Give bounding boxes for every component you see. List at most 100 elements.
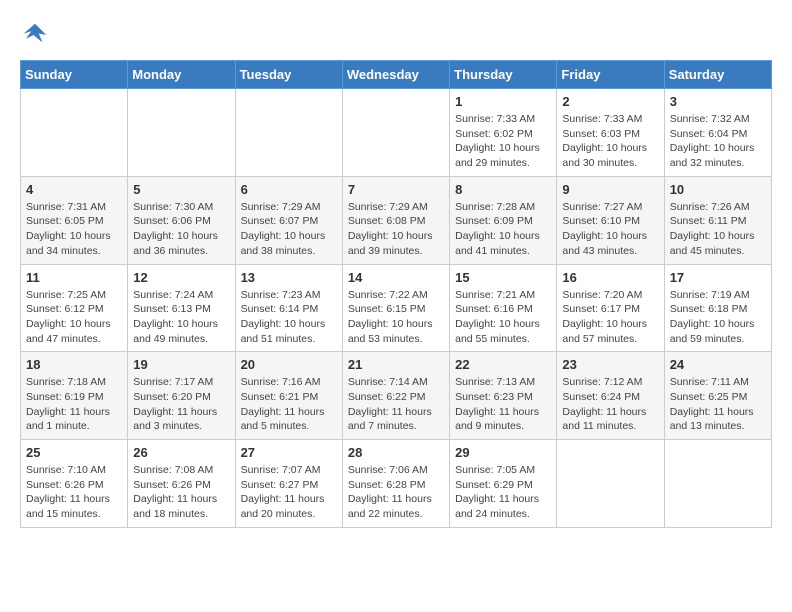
day-number: 16 <box>562 270 658 285</box>
calendar-cell: 29Sunrise: 7:05 AM Sunset: 6:29 PM Dayli… <box>450 440 557 528</box>
calendar-table: SundayMondayTuesdayWednesdayThursdayFrid… <box>20 60 772 528</box>
calendar-cell: 7 Sunrise: 7:29 AM Sunset: 6:08 PM Daylig… <box>342 176 449 264</box>
calendar-cell: 21 Sunrise: 7:14 AM Sunset: 6:22 PM Dayli… <box>342 352 449 440</box>
day-header-wednesday: Wednesday <box>342 61 449 89</box>
day-info: Sunrise: 7:33 AM Sunset: 6:02 PM Dayligh… <box>455 112 551 171</box>
day-info: Sunrise: 7:32 AM Sunset: 6:04 PM Dayligh… <box>670 112 766 171</box>
day-info: Sunrise: 7:25 AM Sunset: 6:12 PM Dayligh… <box>26 288 122 347</box>
calendar-cell: 3 Sunrise: 7:32 AM Sunset: 6:04 PM Daylig… <box>664 89 771 177</box>
calendar-cell: 22 Sunrise: 7:13 AM Sunset: 6:23 PM Dayli… <box>450 352 557 440</box>
day-number: 27 <box>241 445 337 460</box>
day-info: Sunrise: 7:33 AM Sunset: 6:03 PM Dayligh… <box>562 112 658 171</box>
day-info: Sunrise: 7:22 AM Sunset: 6:15 PM Dayligh… <box>348 288 444 347</box>
calendar-cell: 10 Sunrise: 7:26 AM Sunset: 6:11 PM Dayli… <box>664 176 771 264</box>
calendar-cell: 27 Sunrise: 7:07 AM Sunset: 6:27 PM Dayli… <box>235 440 342 528</box>
calendar-cell: 12 Sunrise: 7:24 AM Sunset: 6:13 PM Dayli… <box>128 264 235 352</box>
calendar-cell: 1 Sunrise: 7:33 AM Sunset: 6:02 PM Daylig… <box>450 89 557 177</box>
day-info: Sunrise: 7:29 AM Sunset: 6:07 PM Dayligh… <box>241 200 337 259</box>
calendar-week-2: 4 Sunrise: 7:31 AM Sunset: 6:05 PM Daylig… <box>21 176 772 264</box>
day-number: 7 <box>348 182 444 197</box>
day-number: 5 <box>133 182 229 197</box>
day-info: Sunrise: 7:10 AM Sunset: 6:26 PM Dayligh… <box>26 463 122 522</box>
calendar-cell <box>664 440 771 528</box>
calendar-cell: 5 Sunrise: 7:30 AM Sunset: 6:06 PM Daylig… <box>128 176 235 264</box>
day-header-sunday: Sunday <box>21 61 128 89</box>
day-number: 17 <box>670 270 766 285</box>
calendar-cell: 17Sunrise: 7:19 AM Sunset: 6:18 PM Dayli… <box>664 264 771 352</box>
day-number: 23 <box>562 357 658 372</box>
day-info: Sunrise: 7:23 AM Sunset: 6:14 PM Dayligh… <box>241 288 337 347</box>
day-number: 9 <box>562 182 658 197</box>
day-info: Sunrise: 7:07 AM Sunset: 6:27 PM Dayligh… <box>241 463 337 522</box>
day-number: 14 <box>348 270 444 285</box>
day-number: 19 <box>133 357 229 372</box>
day-number: 26 <box>133 445 229 460</box>
day-number: 8 <box>455 182 551 197</box>
calendar-cell <box>128 89 235 177</box>
calendar-cell: 23 Sunrise: 7:12 AM Sunset: 6:24 PM Dayli… <box>557 352 664 440</box>
day-number: 22 <box>455 357 551 372</box>
day-info: Sunrise: 7:06 AM Sunset: 6:28 PM Dayligh… <box>348 463 444 522</box>
calendar-cell: 28Sunrise: 7:06 AM Sunset: 6:28 PM Dayli… <box>342 440 449 528</box>
calendar-cell: 8 Sunrise: 7:28 AM Sunset: 6:09 PM Daylig… <box>450 176 557 264</box>
day-info: Sunrise: 7:24 AM Sunset: 6:13 PM Dayligh… <box>133 288 229 347</box>
calendar-body: 1 Sunrise: 7:33 AM Sunset: 6:02 PM Daylig… <box>21 89 772 528</box>
day-info: Sunrise: 7:11 AM Sunset: 6:25 PM Dayligh… <box>670 375 766 434</box>
day-number: 12 <box>133 270 229 285</box>
day-info: Sunrise: 7:29 AM Sunset: 6:08 PM Dayligh… <box>348 200 444 259</box>
day-number: 2 <box>562 94 658 109</box>
day-info: Sunrise: 7:05 AM Sunset: 6:29 PM Dayligh… <box>455 463 551 522</box>
day-number: 13 <box>241 270 337 285</box>
day-number: 10 <box>670 182 766 197</box>
day-number: 15 <box>455 270 551 285</box>
calendar-cell: 13 Sunrise: 7:23 AM Sunset: 6:14 PM Dayli… <box>235 264 342 352</box>
day-info: Sunrise: 7:12 AM Sunset: 6:24 PM Dayligh… <box>562 375 658 434</box>
day-number: 25 <box>26 445 122 460</box>
day-info: Sunrise: 7:30 AM Sunset: 6:06 PM Dayligh… <box>133 200 229 259</box>
day-header-monday: Monday <box>128 61 235 89</box>
day-header-tuesday: Tuesday <box>235 61 342 89</box>
calendar-cell: 20 Sunrise: 7:16 AM Sunset: 6:21 PM Dayli… <box>235 352 342 440</box>
day-number: 21 <box>348 357 444 372</box>
day-info: Sunrise: 7:17 AM Sunset: 6:20 PM Dayligh… <box>133 375 229 434</box>
calendar-cell: 25 Sunrise: 7:10 AM Sunset: 6:26 PM Dayli… <box>21 440 128 528</box>
calendar-cell <box>235 89 342 177</box>
day-info: Sunrise: 7:08 AM Sunset: 6:26 PM Dayligh… <box>133 463 229 522</box>
calendar-cell <box>21 89 128 177</box>
calendar-cell: 24 Sunrise: 7:11 AM Sunset: 6:25 PM Dayli… <box>664 352 771 440</box>
calendar-cell: 6 Sunrise: 7:29 AM Sunset: 6:07 PM Daylig… <box>235 176 342 264</box>
day-number: 1 <box>455 94 551 109</box>
logo-bird-icon <box>20 20 50 50</box>
logo <box>20 20 54 50</box>
calendar-cell: 9 Sunrise: 7:27 AM Sunset: 6:10 PM Daylig… <box>557 176 664 264</box>
calendar-cell: 16 Sunrise: 7:20 AM Sunset: 6:17 PM Dayli… <box>557 264 664 352</box>
calendar-cell: 4 Sunrise: 7:31 AM Sunset: 6:05 PM Daylig… <box>21 176 128 264</box>
calendar-cell <box>342 89 449 177</box>
day-info: Sunrise: 7:28 AM Sunset: 6:09 PM Dayligh… <box>455 200 551 259</box>
calendar-week-5: 25 Sunrise: 7:10 AM Sunset: 6:26 PM Dayli… <box>21 440 772 528</box>
calendar-cell: 11 Sunrise: 7:25 AM Sunset: 6:12 PM Dayli… <box>21 264 128 352</box>
calendar-cell: 15 Sunrise: 7:21 AM Sunset: 6:16 PM Dayli… <box>450 264 557 352</box>
day-number: 20 <box>241 357 337 372</box>
day-number: 24 <box>670 357 766 372</box>
calendar-week-3: 11 Sunrise: 7:25 AM Sunset: 6:12 PM Dayli… <box>21 264 772 352</box>
day-info: Sunrise: 7:13 AM Sunset: 6:23 PM Dayligh… <box>455 375 551 434</box>
day-header-friday: Friday <box>557 61 664 89</box>
day-number: 11 <box>26 270 122 285</box>
calendar-cell: 26 Sunrise: 7:08 AM Sunset: 6:26 PM Dayli… <box>128 440 235 528</box>
day-info: Sunrise: 7:26 AM Sunset: 6:11 PM Dayligh… <box>670 200 766 259</box>
calendar-cell: 18Sunrise: 7:18 AM Sunset: 6:19 PM Dayli… <box>21 352 128 440</box>
day-number: 4 <box>26 182 122 197</box>
page-header <box>20 20 772 50</box>
day-info: Sunrise: 7:31 AM Sunset: 6:05 PM Dayligh… <box>26 200 122 259</box>
calendar-cell: 14 Sunrise: 7:22 AM Sunset: 6:15 PM Dayli… <box>342 264 449 352</box>
day-info: Sunrise: 7:20 AM Sunset: 6:17 PM Dayligh… <box>562 288 658 347</box>
day-info: Sunrise: 7:27 AM Sunset: 6:10 PM Dayligh… <box>562 200 658 259</box>
day-info: Sunrise: 7:21 AM Sunset: 6:16 PM Dayligh… <box>455 288 551 347</box>
day-header-thursday: Thursday <box>450 61 557 89</box>
day-info: Sunrise: 7:14 AM Sunset: 6:22 PM Dayligh… <box>348 375 444 434</box>
day-number: 3 <box>670 94 766 109</box>
calendar-cell: 2 Sunrise: 7:33 AM Sunset: 6:03 PM Daylig… <box>557 89 664 177</box>
day-number: 6 <box>241 182 337 197</box>
day-info: Sunrise: 7:16 AM Sunset: 6:21 PM Dayligh… <box>241 375 337 434</box>
